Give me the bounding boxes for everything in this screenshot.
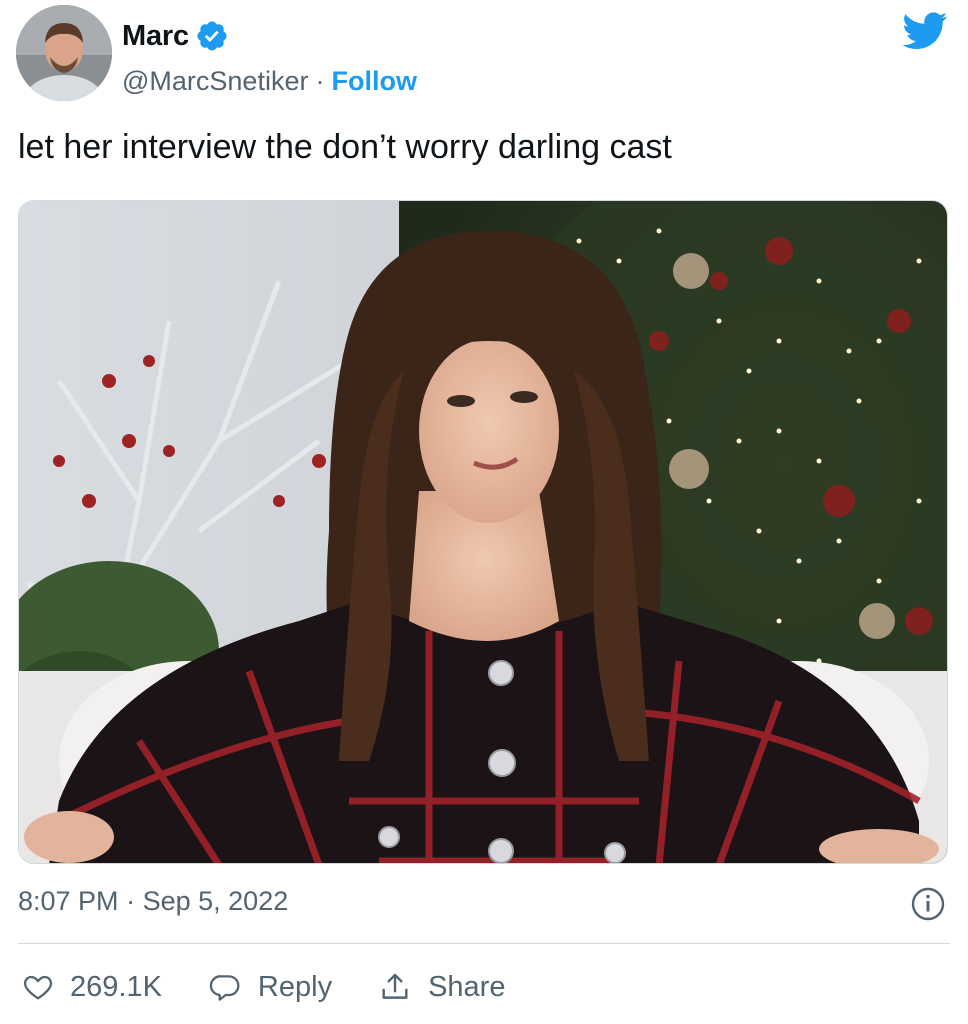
twitter-bird-icon[interactable] bbox=[902, 12, 948, 50]
like-button[interactable]: 269.1K bbox=[22, 971, 162, 1004]
tweet-text: let her interview the don’t worry darlin… bbox=[18, 128, 672, 166]
reply-button[interactable]: Reply bbox=[208, 971, 332, 1004]
like-count: 269.1K bbox=[70, 970, 162, 1003]
avatar[interactable] bbox=[16, 5, 112, 101]
info-icon[interactable] bbox=[910, 886, 946, 922]
share-button[interactable]: Share bbox=[378, 970, 505, 1004]
divider bbox=[18, 943, 950, 944]
handle-row: @MarcSnetiker · Follow bbox=[122, 66, 417, 97]
tweet-photo[interactable] bbox=[18, 200, 948, 864]
speech-bubble-icon bbox=[209, 975, 240, 1001]
name-row: Marc bbox=[122, 14, 417, 58]
user-info: Marc @MarcSnetiker · Follow bbox=[122, 14, 417, 97]
tweet-card: Marc @MarcSnetiker · Follow let her inte… bbox=[0, 0, 968, 1024]
user-handle[interactable]: @MarcSnetiker bbox=[122, 66, 308, 97]
tweet-date: Sep 5, 2022 bbox=[142, 886, 289, 916]
tweet-timestamp[interactable]: 8:07 PM · Sep 5, 2022 bbox=[18, 886, 288, 917]
follow-button[interactable]: Follow bbox=[331, 66, 416, 97]
verified-badge-icon bbox=[195, 19, 229, 53]
share-upload-icon bbox=[382, 973, 408, 999]
tweet-time: 8:07 PM bbox=[18, 886, 119, 916]
reply-label: Reply bbox=[257, 970, 333, 1003]
heart-icon bbox=[23, 975, 53, 1000]
separator-dot: · bbox=[315, 66, 325, 96]
action-bar: 269.1K Reply Share bbox=[22, 962, 551, 1012]
share-label: Share bbox=[428, 970, 506, 1003]
timestamp-separator: · bbox=[126, 886, 136, 916]
display-name[interactable]: Marc bbox=[122, 20, 189, 53]
